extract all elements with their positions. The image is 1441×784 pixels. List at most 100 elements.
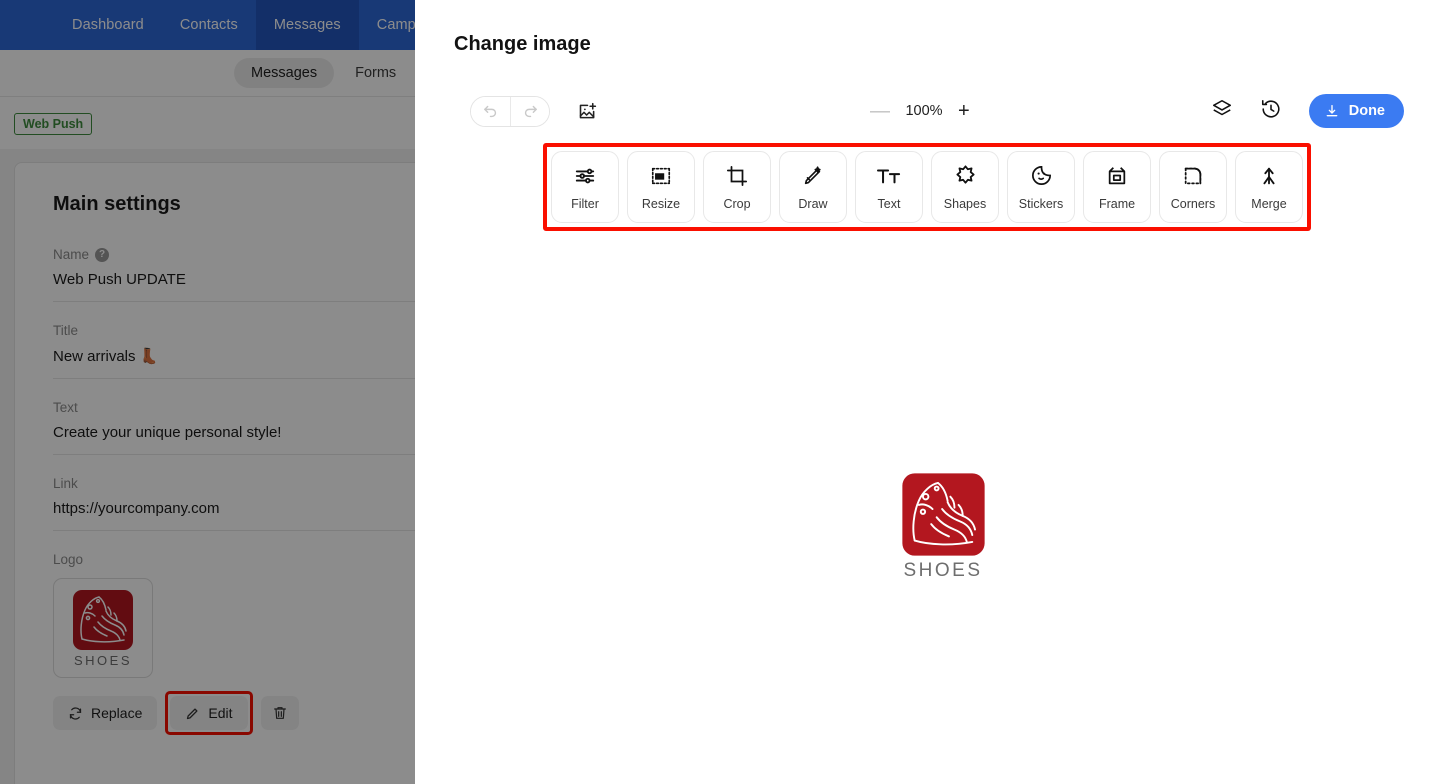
main-settings-card: Main settings Name ? Web Push UPDATE Tit…: [14, 162, 415, 784]
delete-button[interactable]: [260, 696, 299, 730]
tool-label: Resize: [641, 196, 681, 211]
edit-button-highlight: Edit: [165, 691, 253, 735]
download-icon: [1326, 105, 1338, 117]
change-image-modal: Change image — 100% + Done Filter Resize…: [415, 0, 1441, 784]
zoom-in-button[interactable]: +: [958, 101, 970, 121]
refresh-icon: [69, 706, 82, 720]
tool-corners[interactable]: Corners: [1159, 151, 1227, 223]
field-name: Name ? Web Push UPDATE: [53, 247, 415, 302]
zoom-out-button[interactable]: —: [870, 101, 890, 121]
zoom-controls: — 100% +: [870, 101, 970, 121]
top-navigation-bar: Dashboard Contacts Messages Campaigns: [0, 0, 415, 50]
edit-label: Edit: [208, 705, 233, 721]
pencil-icon: [187, 708, 198, 719]
tool-palette: Filter Resize Crop Draw Text Shapes Stic…: [551, 151, 1303, 223]
tool-label: Text: [877, 196, 901, 211]
canvas-image-caption: SHOES: [903, 560, 983, 581]
tool-draw[interactable]: Draw: [779, 151, 847, 223]
trash-icon: [273, 707, 286, 719]
logo-action-buttons: Replace Edit: [53, 691, 415, 735]
tool-label: Stickers: [1018, 196, 1064, 211]
tool-label: Merge: [1251, 196, 1287, 211]
tool-label: Crop: [723, 196, 751, 211]
tool-label: Frame: [1098, 196, 1136, 211]
pen-sparkle-icon: [802, 164, 824, 188]
replace-label: Replace: [91, 705, 143, 721]
status-badge-web-push: Web Push: [14, 113, 93, 136]
tab-messages[interactable]: Messages: [234, 58, 335, 88]
sub-navigation-tabs: Messages Forms Saved: [0, 50, 415, 97]
crop-icon: [726, 164, 748, 188]
field-label: Link: [53, 476, 415, 491]
shapes-icon: [954, 164, 977, 188]
tool-label: Filter: [571, 196, 599, 211]
replace-button[interactable]: Replace: [53, 696, 158, 730]
tool-palette-highlight: Filter Resize Crop Draw Text Shapes Stic…: [543, 143, 1311, 231]
field-label: Logo: [53, 552, 415, 567]
field-link: Link https://yourcompany.com: [53, 476, 415, 531]
history-icon: [1261, 99, 1280, 118]
field-label: Title: [53, 323, 415, 338]
done-button[interactable]: Done: [1308, 94, 1404, 128]
smiley-face-icon: [1030, 164, 1053, 188]
modal-title: Change image: [454, 33, 591, 55]
name-input[interactable]: Web Push UPDATE: [53, 271, 415, 288]
undo-button[interactable]: [471, 96, 510, 126]
field-label-text: Text: [53, 400, 78, 415]
title-input[interactable]: New arrivals 👢: [53, 347, 415, 365]
nav-item-dashboard[interactable]: Dashboard: [54, 0, 162, 50]
tool-merge[interactable]: Merge: [1235, 151, 1303, 223]
field-label-text: Logo: [53, 552, 84, 567]
help-icon[interactable]: ?: [95, 247, 110, 262]
text-input[interactable]: Create your unique personal style!: [53, 424, 415, 441]
redo-button[interactable]: [510, 96, 549, 126]
edit-button[interactable]: Edit: [170, 696, 248, 730]
nav-item-messages[interactable]: Messages: [255, 0, 359, 50]
nav-item-campaigns[interactable]: Campaigns: [359, 0, 415, 50]
add-image-button[interactable]: [572, 96, 602, 126]
badge-row: Web Push: [0, 97, 415, 149]
undo-icon: [484, 105, 497, 117]
editor-toolbar: — 100% + Done: [415, 90, 1441, 132]
resize-image-icon: [650, 164, 672, 188]
tab-forms[interactable]: Forms: [338, 58, 413, 88]
done-label: Done: [1348, 103, 1385, 119]
toolbar-right-group: Done: [1211, 94, 1404, 128]
nav-label: Messages: [273, 17, 341, 33]
link-input[interactable]: https://yourcompany.com: [53, 500, 415, 517]
tool-label: Shapes: [943, 196, 987, 211]
tool-frame[interactable]: Frame: [1083, 151, 1151, 223]
field-label-text: Title: [53, 323, 79, 338]
field-label-text: Name: [53, 247, 90, 262]
logo-caption: SHOES: [73, 652, 132, 668]
nav-label: Contacts: [179, 17, 238, 33]
sliders-icon: [574, 164, 596, 188]
layers-icon: [1212, 99, 1231, 115]
tool-text[interactable]: Text: [855, 151, 923, 223]
screen-root: Dashboard Contacts Messages Campaigns Me…: [0, 0, 1441, 784]
history-button[interactable]: [1260, 98, 1282, 125]
tool-filter[interactable]: Filter: [551, 151, 619, 223]
field-text: Text Create your unique personal style!: [53, 400, 415, 455]
background-app: Dashboard Contacts Messages Campaigns Me…: [0, 0, 415, 784]
frame-icon: [1106, 164, 1128, 188]
zoom-level-value: 100%: [905, 103, 943, 119]
tool-crop[interactable]: Crop: [703, 151, 771, 223]
tool-resize[interactable]: Resize: [627, 151, 695, 223]
field-title: Title New arrivals 👢: [53, 323, 415, 379]
tool-stickers[interactable]: Stickers: [1007, 151, 1075, 223]
logo-thumbnail[interactable]: SHOES: [53, 578, 153, 678]
shoes-logo-image: [901, 473, 985, 556]
merge-arrow-icon: [1258, 164, 1280, 188]
text-format-icon: [876, 164, 902, 188]
canvas-image[interactable]: SHOES: [893, 472, 993, 582]
field-label: Text: [53, 400, 415, 415]
field-logo: Logo: [53, 552, 415, 567]
nav-item-contacts[interactable]: Contacts: [162, 0, 256, 50]
nav-label: Dashboard: [72, 17, 144, 33]
rounded-corners-icon: [1182, 164, 1204, 188]
field-label-text: Link: [53, 476, 78, 491]
tool-shapes[interactable]: Shapes: [931, 151, 999, 223]
layers-button[interactable]: [1211, 98, 1233, 125]
redo-icon: [524, 105, 537, 117]
